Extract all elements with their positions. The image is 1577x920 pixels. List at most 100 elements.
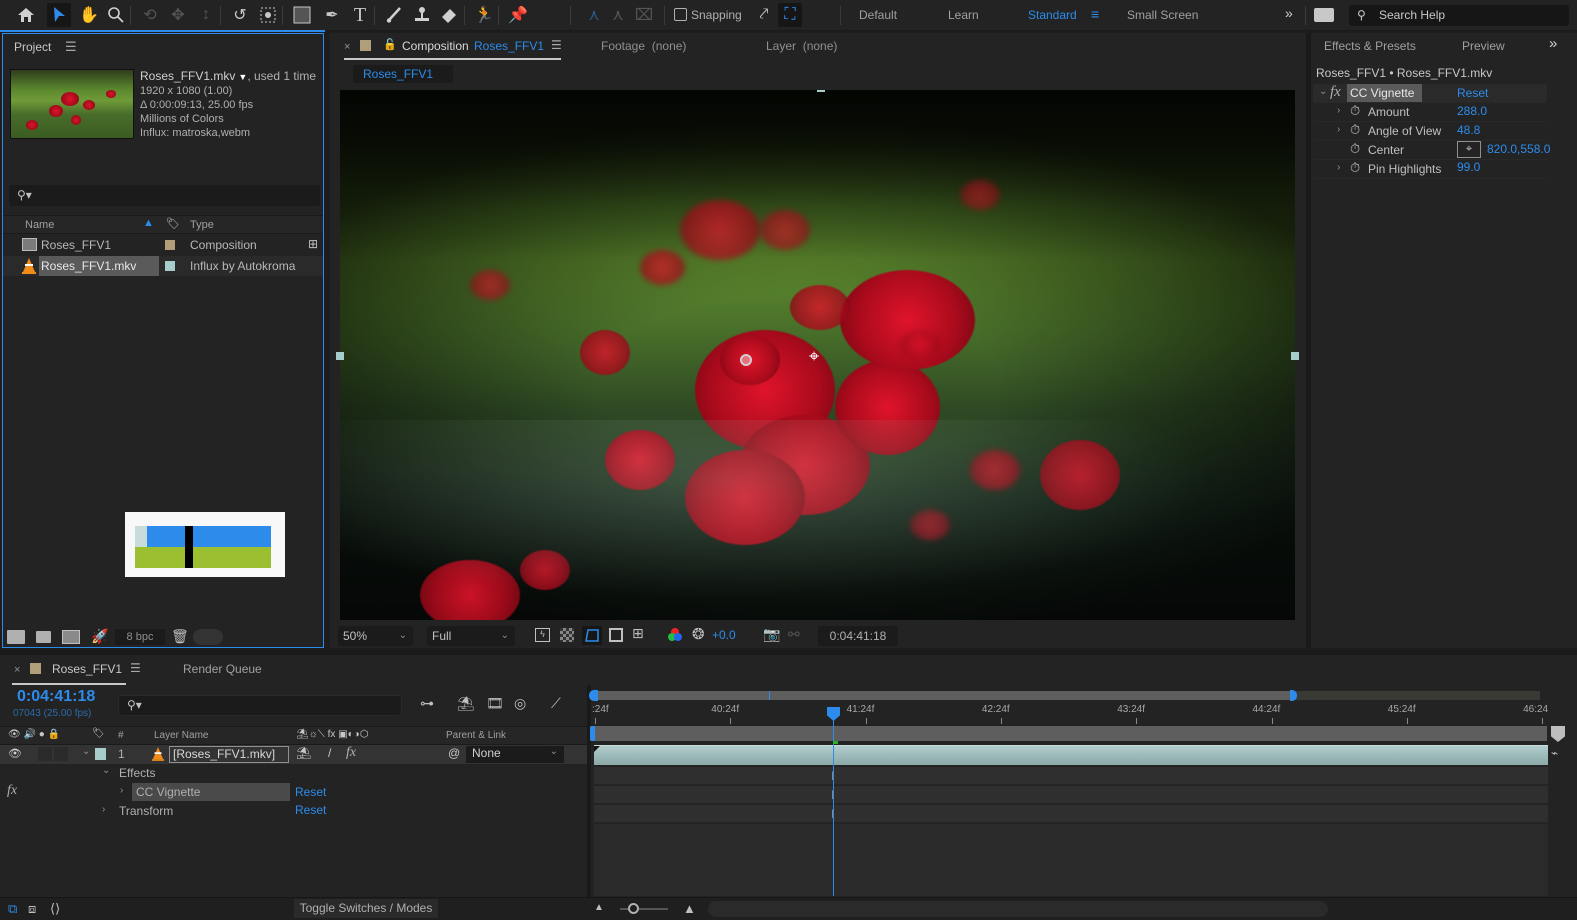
current-time[interactable]: 0:04:41:18 <box>17 688 95 706</box>
collapse-chevron-icon[interactable]: ⌄ <box>102 765 110 776</box>
fx-toggle-icon[interactable]: fx <box>1330 84 1341 101</box>
resolution-dropdown[interactable]: Full ⌄ <box>427 626 515 646</box>
pick-whip-icon[interactable]: @ <box>448 746 460 760</box>
layer-label-swatch[interactable] <box>95 748 106 760</box>
more-workspaces-icon[interactable]: » <box>1285 5 1293 21</box>
workspace-menu-icon[interactable]: ≡ <box>1091 6 1099 22</box>
footage-dropdown-icon[interactable]: ▼ <box>238 72 247 82</box>
dolly-camera-icon[interactable]: ↕ <box>194 3 218 27</box>
in-out-toggle-icon[interactable]: ⟨⟩ <box>50 901 60 917</box>
toggle-switches-modes-button[interactable]: Toggle Switches / Modes <box>294 899 438 918</box>
bit-depth-button[interactable]: 8 bpc <box>115 629 165 645</box>
reset-exposure-icon[interactable]: ❂ <box>692 625 705 643</box>
clone-stamp-icon[interactable] <box>410 3 434 27</box>
stopwatch-icon[interactable]: ⏱ <box>1350 103 1360 119</box>
column-type[interactable]: Type <box>190 219 214 231</box>
tab-timeline-comp[interactable]: Roses_FFV1 ☰ <box>12 655 141 685</box>
quality-switch-icon[interactable]: / <box>328 746 331 760</box>
property-value[interactable]: 48.8 <box>1457 123 1480 137</box>
workspace-small-screen[interactable]: Small Screen <box>1127 8 1198 22</box>
tab-footage[interactable]: Footage (none) <box>601 39 686 53</box>
work-area-bar[interactable] <box>589 690 1540 701</box>
tab-preview[interactable]: Preview <box>1462 39 1505 53</box>
hand-tool-icon[interactable]: ✋ <box>77 3 101 27</box>
top-edge-handle[interactable] <box>817 90 825 92</box>
comp-navigator-tab[interactable]: Roses_FFV1 <box>353 65 453 83</box>
shy-switch-icon[interactable]: ⛱ <box>296 746 311 760</box>
pen-tool-icon[interactable]: ✒ <box>320 3 344 27</box>
motion-blur-icon[interactable]: ◎ <box>514 695 526 712</box>
puppet-pin-icon[interactable]: 📌 <box>506 3 530 27</box>
grid-guides-icon[interactable]: ⊞ <box>632 625 644 642</box>
snapping-checkbox[interactable] <box>674 8 687 21</box>
stopwatch-icon[interactable]: ⏱ <box>1350 160 1360 176</box>
selection-tool-icon[interactable] <box>47 3 71 27</box>
expand-chevron-icon[interactable]: › <box>1337 105 1340 116</box>
collapse-chevron-icon[interactable]: ⌄ <box>1319 86 1327 97</box>
interpret-footage-icon[interactable] <box>7 630 25 644</box>
work-area-start-handle[interactable] <box>589 690 598 701</box>
effect-reset-link[interactable]: Reset <box>295 785 326 799</box>
transform-reset-link[interactable]: Reset <box>295 803 326 817</box>
fast-previews-icon[interactable]: ϟ <box>535 628 550 642</box>
new-folder-icon[interactable] <box>36 631 51 643</box>
orbit-camera-icon[interactable]: ⟲ <box>138 3 162 27</box>
effect-row[interactable]: fx › CC Vignette Reset <box>0 783 587 802</box>
region-of-interest-icon[interactable] <box>609 628 623 642</box>
expand-chevron-icon[interactable]: › <box>1337 162 1340 173</box>
left-edge-handle[interactable] <box>336 352 344 360</box>
layer-duration-bar[interactable] <box>594 745 1548 765</box>
right-edge-handle[interactable] <box>1291 352 1299 360</box>
axis-view-icon[interactable]: ⌧ <box>632 3 656 27</box>
axis-local-icon[interactable]: ⋏ <box>582 3 606 27</box>
scroll-handle[interactable] <box>193 629 223 645</box>
snapshot-camera-icon[interactable]: 📷 <box>763 626 780 643</box>
new-composition-icon[interactable] <box>62 630 80 644</box>
home-icon[interactable] <box>14 3 38 27</box>
trash-icon[interactable]: 🗑 <box>171 628 189 645</box>
panel-menu-icon[interactable]: ☰ <box>551 38 562 52</box>
property-value[interactable]: 288.0 <box>1457 104 1487 118</box>
snap-options-icon[interactable]: ⤤ <box>752 3 776 27</box>
audio-toggle[interactable] <box>38 747 52 761</box>
project-item[interactable]: Roses_FFV1 Composition ⊞ <box>3 235 323 255</box>
magnification-dropdown[interactable]: 50% ⌄ <box>338 626 413 646</box>
expand-chevron-icon[interactable]: › <box>120 785 123 796</box>
transparency-grid-icon[interactable] <box>560 628 574 642</box>
transform-row[interactable]: › Transform Reset <box>0 802 587 821</box>
visibility-eye-icon[interactable]: 👁 <box>8 747 22 760</box>
work-area-start-marker[interactable] <box>590 726 595 741</box>
flowchart-icon[interactable]: ⊞ <box>308 237 318 251</box>
panel-divider[interactable] <box>587 685 591 920</box>
layer-row[interactable]: 👁 ⌄ 1 [Roses_FFV1.mkv] ⛱ / fx @ None ⌄ <box>0 745 587 764</box>
search-help-input[interactable]: ⚲ Search Help <box>1349 5 1569 26</box>
sort-ascending-icon[interactable]: ▲ <box>143 217 154 229</box>
panel-divider[interactable] <box>0 650 1577 655</box>
expand-chevron-icon[interactable]: › <box>1337 124 1340 135</box>
composition-viewer[interactable]: ⌖ <box>340 90 1295 620</box>
project-item[interactable]: Roses_FFV1.mkv Influx by Autokroma <box>3 256 323 276</box>
layer-switches-toggle-icon[interactable]: ⧉ <box>8 901 17 917</box>
stopwatch-icon[interactable]: ⏱ <box>1350 141 1360 157</box>
link-layers-icon[interactable]: ⌁ <box>1551 746 1558 760</box>
pan-behind-icon[interactable] <box>256 3 280 27</box>
vignette-center-handle[interactable]: ⌖ <box>809 346 819 367</box>
render-queue-icon[interactable]: 🚀 <box>91 628 108 645</box>
panel-menu-icon[interactable]: ☰ <box>65 39 77 55</box>
property-value[interactable]: 820.0,558.0 <box>1487 142 1550 156</box>
panel-divider[interactable] <box>1306 33 1311 648</box>
workspace-default[interactable]: Default <box>859 8 897 22</box>
graph-editor-icon[interactable]: ⟋ <box>551 695 561 712</box>
feather-tool-icon[interactable]: ⛶ <box>778 3 802 27</box>
panel-menu-icon[interactable]: ☰ <box>130 661 141 675</box>
shy-layers-icon[interactable]: ⛱ <box>457 695 475 712</box>
effects-switch-icon[interactable]: fx <box>346 745 356 761</box>
zoom-out-icon[interactable]: ▲ <box>594 902 604 913</box>
transfer-controls-toggle-icon[interactable]: ⧈ <box>28 901 36 917</box>
timeline-scrollbar[interactable] <box>708 901 1328 917</box>
comp-work-area[interactable] <box>590 726 1547 741</box>
solo-toggle[interactable] <box>54 747 68 761</box>
project-panel-title[interactable]: Project <box>14 40 51 54</box>
expand-chevron-icon[interactable]: ⌄ <box>82 746 90 757</box>
brush-tool-icon[interactable] <box>382 3 406 27</box>
